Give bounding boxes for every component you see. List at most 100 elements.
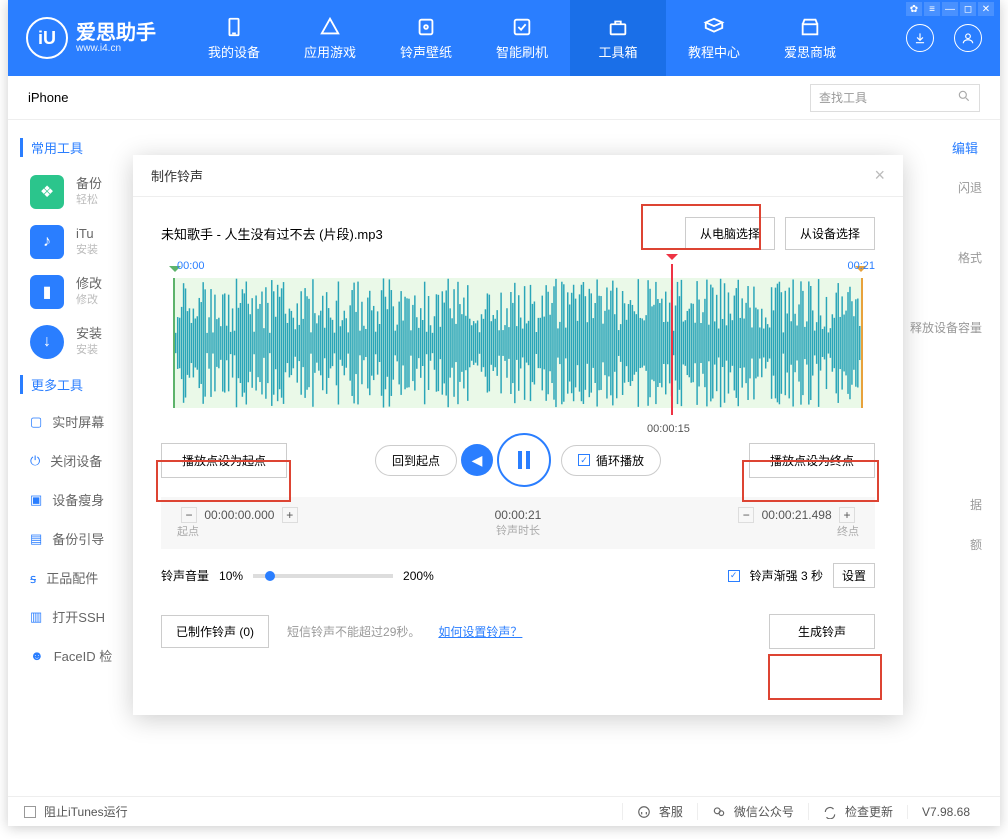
ringtone-dialog: 制作铃声 × 未知歌手 - 人生没有过不去 (片段).mp3 从电脑选择 从设备…: [133, 155, 903, 715]
sidebar-item-genuine[interactable]: ꟊ正品配件: [30, 568, 134, 587]
block-itunes-checkbox[interactable]: [24, 806, 36, 818]
download-icon[interactable]: [906, 24, 934, 52]
start-minus[interactable]: −: [181, 507, 197, 523]
brand-site: www.i4.cn: [76, 43, 156, 54]
end-plus[interactable]: +: [839, 507, 855, 523]
start-value: 00:00:00.000: [204, 508, 274, 522]
sidebar-item-shutdown[interactable]: ⏻关闭设备: [30, 451, 134, 470]
bg-text: 格式: [958, 249, 982, 266]
waveform[interactable]: 00:00 00:21 00:00:15: [161, 260, 875, 415]
nav-tutorials[interactable]: 教程中心: [666, 0, 762, 76]
stack-icon: ❖: [30, 175, 64, 209]
download-icon: ↓: [30, 325, 64, 359]
wave-end-time: 00:21: [847, 260, 875, 272]
bg-text: 闪退: [958, 179, 982, 196]
fade-settings-button[interactable]: 设置: [833, 563, 875, 588]
main-nav: 我的设备 应用游戏 铃声壁纸 智能刷机 工具箱 教程中心 爱思商城: [186, 0, 906, 76]
brand-name: 爱思助手: [76, 23, 156, 43]
logo-icon: iU: [26, 17, 68, 59]
headset-icon: [637, 805, 651, 819]
cable-icon: ꟊ: [30, 569, 36, 587]
volume-label: 铃声音量: [161, 567, 209, 584]
screen-icon: ▢: [30, 414, 42, 430]
bg-text: 额: [970, 536, 982, 553]
sidebar-item-slim[interactable]: ▣设备瘦身: [30, 490, 134, 509]
power-icon: ⏻: [30, 453, 40, 469]
sidebar-item-ssh[interactable]: ▥打开SSH: [30, 607, 134, 626]
start-plus[interactable]: +: [282, 507, 298, 523]
nav-toolbox[interactable]: 工具箱: [570, 0, 666, 76]
set-start-button[interactable]: 播放点设为起点: [161, 443, 287, 478]
wechat[interactable]: 微信公众号: [697, 803, 808, 820]
loop-toggle[interactable]: ✓循环播放: [561, 445, 661, 476]
sidebar-section-more: 更多工具: [20, 375, 134, 394]
end-minus[interactable]: −: [738, 507, 754, 523]
search-placeholder: 查找工具: [819, 89, 867, 106]
generate-button[interactable]: 生成铃声: [769, 614, 875, 649]
window-controls: ✿ ≡ — ◻ ✕: [906, 2, 994, 16]
titlebar-btn[interactable]: ≡: [924, 2, 940, 16]
from-device-button[interactable]: 从设备选择: [785, 217, 875, 250]
sub-bar: iPhone 查找工具: [8, 76, 1000, 120]
folder-icon: ▤: [30, 531, 42, 547]
search-input[interactable]: 查找工具: [810, 84, 980, 112]
terminal-icon: ▥: [30, 609, 42, 625]
set-end-button[interactable]: 播放点设为终点: [749, 443, 875, 478]
wave-start-time: 00:00: [177, 260, 205, 272]
play-pause-button[interactable]: [497, 433, 551, 487]
file-icon: ▮: [30, 275, 64, 309]
nav-apps[interactable]: 应用游戏: [282, 0, 378, 76]
fade-checkbox[interactable]: ✓: [728, 570, 740, 582]
nav-my-device[interactable]: 我的设备: [186, 0, 282, 76]
titlebar-maximize[interactable]: ◻: [960, 2, 976, 16]
logo: iU 爱思助手 www.i4.cn: [26, 17, 156, 59]
titlebar-close[interactable]: ✕: [978, 2, 994, 16]
nav-flash[interactable]: 智能刷机: [474, 0, 570, 76]
sidebar-item-backup[interactable]: ❖备份轻松: [30, 175, 134, 209]
volume-slider[interactable]: [253, 574, 393, 578]
volume-max: 200%: [403, 569, 434, 583]
face-icon: ☻: [30, 648, 44, 663]
status-bar: 阻止iTunes运行 客服 微信公众号 检查更新 V7.98.68: [8, 796, 1000, 826]
user-icon[interactable]: [954, 24, 982, 52]
music-icon: ♪: [30, 225, 64, 259]
nav-store[interactable]: 爱思商城: [762, 0, 858, 76]
sidebar-item-modify[interactable]: ▮修改修改: [30, 275, 134, 309]
sidebar: 常用工具 ❖备份轻松 ♪iTu安装 ▮修改修改 ↓安装安装 更多工具 ▢实时屏幕…: [8, 120, 134, 796]
sidebar-item-itunes[interactable]: ♪iTu安装: [30, 225, 134, 259]
from-pc-button[interactable]: 从电脑选择: [685, 217, 775, 250]
header: iU 爱思助手 www.i4.cn 我的设备 应用游戏 铃声壁纸 智能刷机 工具…: [8, 0, 1000, 76]
titlebar-minimize[interactable]: —: [942, 2, 958, 16]
sidebar-item-screen[interactable]: ▢实时屏幕: [30, 412, 134, 431]
bg-text: 释放设备容量: [910, 319, 982, 336]
volume-value: 10%: [219, 569, 243, 583]
titlebar-btn[interactable]: ✿: [906, 2, 922, 16]
end-value: 00:00:21.498: [762, 508, 832, 522]
bg-text: 据: [970, 496, 982, 513]
device-name[interactable]: iPhone: [28, 90, 810, 105]
case-icon: ▣: [30, 492, 42, 508]
customer-service[interactable]: 客服: [622, 803, 697, 820]
check-icon: ✓: [578, 454, 590, 466]
duration-value: 00:00:21: [495, 508, 542, 522]
close-icon[interactable]: ×: [874, 165, 885, 186]
block-itunes-label: 阻止iTunes运行: [44, 803, 128, 820]
version: V7.98.68: [907, 805, 984, 819]
sidebar-item-backup-guide[interactable]: ▤备份引导: [30, 529, 134, 548]
dialog-title: 制作铃声: [151, 166, 203, 185]
how-to-link[interactable]: 如何设置铃声？: [438, 623, 522, 640]
playhead-marker[interactable]: 00:00:15: [671, 264, 673, 415]
refresh-icon: [823, 805, 837, 819]
filename: 未知歌手 - 人生没有过不去 (片段).mp3: [161, 224, 675, 243]
search-icon[interactable]: [957, 89, 971, 106]
rewind-button[interactable]: ◀: [461, 444, 493, 476]
to-start-button[interactable]: 回到起点: [375, 445, 457, 476]
made-ringtones-button[interactable]: 已制作铃声 (0): [161, 615, 269, 648]
check-update[interactable]: 检查更新: [808, 803, 907, 820]
sidebar-item-faceid[interactable]: ☻FaceID 检: [30, 646, 134, 665]
wechat-icon: [712, 805, 726, 819]
sidebar-item-install[interactable]: ↓安装安装: [30, 325, 134, 359]
time-bar: − 00:00:00.000 + 起点 00:00:21 铃声时长 − 00:0…: [161, 497, 875, 549]
edit-link[interactable]: 编辑: [952, 138, 978, 157]
nav-ringtones[interactable]: 铃声壁纸: [378, 0, 474, 76]
